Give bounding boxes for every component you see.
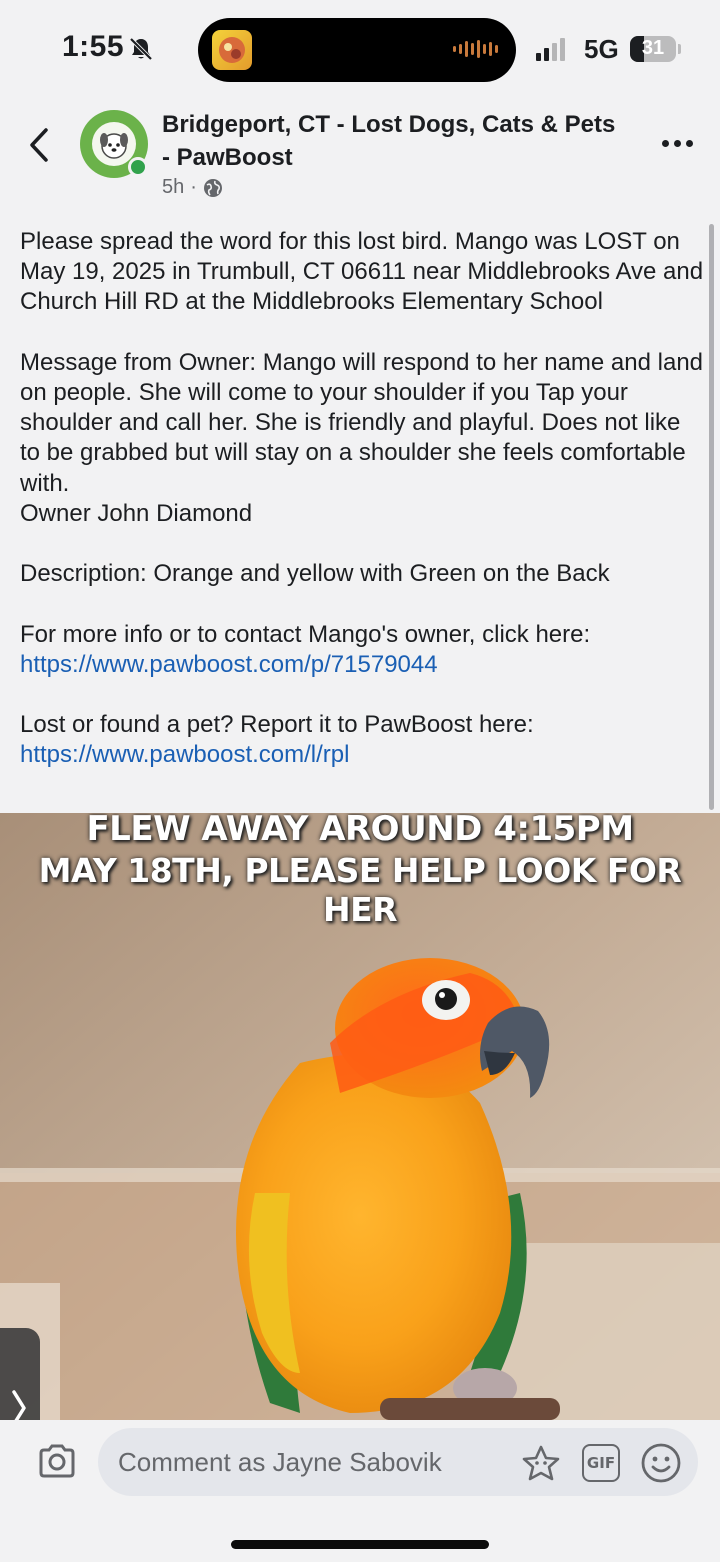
post-photo[interactable]: FLEW AWAY AROUND 4:15PM MAY 18TH, PLEASE… <box>0 813 720 1420</box>
network-type: 5G <box>584 34 619 64</box>
audio-waveform-icon <box>453 40 498 58</box>
battery-icon: 31 <box>630 36 676 62</box>
battery-level: 31 <box>641 37 665 59</box>
online-status-dot <box>128 157 148 177</box>
cellular-signal-icon <box>536 38 565 61</box>
post-paragraph-owner-message: Message from Owner: Mango will respond t… <box>20 348 704 497</box>
photo-caption-line1: FLEW AWAY AROUND 4:15PM <box>86 813 634 849</box>
gif-icon[interactable]: GIF <box>582 1444 620 1482</box>
post-meta: 5h · <box>162 176 223 199</box>
status-time: 1:55 <box>62 30 125 63</box>
photo-caption-line2: MAY 18TH, PLEASE HELP LOOK FOR HER <box>38 851 682 929</box>
gif-label: GIF <box>586 1454 616 1472</box>
battery-tip <box>678 44 681 54</box>
back-arrow-icon[interactable] <box>26 126 54 164</box>
camera-icon[interactable] <box>38 1444 76 1478</box>
now-playing-artwork <box>212 30 252 70</box>
sticker-icon[interactable] <box>520 1444 562 1482</box>
more-options-icon[interactable] <box>662 140 693 147</box>
report-text: Lost or found a pet? Report it to PawBoo… <box>20 711 534 739</box>
group-name[interactable]: Bridgeport, CT - Lost Dogs, Cats & Pets … <box>162 108 622 174</box>
post-report: Lost or found a pet? Report it to PawBoo… <box>20 710 704 770</box>
globe-icon <box>203 178 222 197</box>
dynamic-island[interactable] <box>198 18 516 82</box>
post-body: Please spread the word for this lost bir… <box>20 227 704 771</box>
meta-separator: · <box>190 176 197 198</box>
post-owner-line: Owner John Diamond <box>20 499 253 527</box>
bell-muted-icon <box>129 37 153 61</box>
status-bar: 1:55 5G 31 <box>0 0 720 100</box>
post-paragraph-intro: Please spread the word for this lost bir… <box>20 228 704 316</box>
home-indicator[interactable] <box>231 1540 489 1549</box>
post-timestamp[interactable]: 5h <box>162 176 184 199</box>
post-description: Description: Orange and yellow with Gree… <box>20 560 610 588</box>
report-link[interactable]: https://www.pawboost.com/l/rpl <box>20 741 349 768</box>
scrollbar[interactable] <box>709 224 714 810</box>
emoji-icon[interactable] <box>640 1442 682 1484</box>
post-more-info: For more info or to contact Mango's owne… <box>20 620 591 648</box>
pet-info-link[interactable]: https://www.pawboost.com/p/71579044 <box>20 651 438 678</box>
